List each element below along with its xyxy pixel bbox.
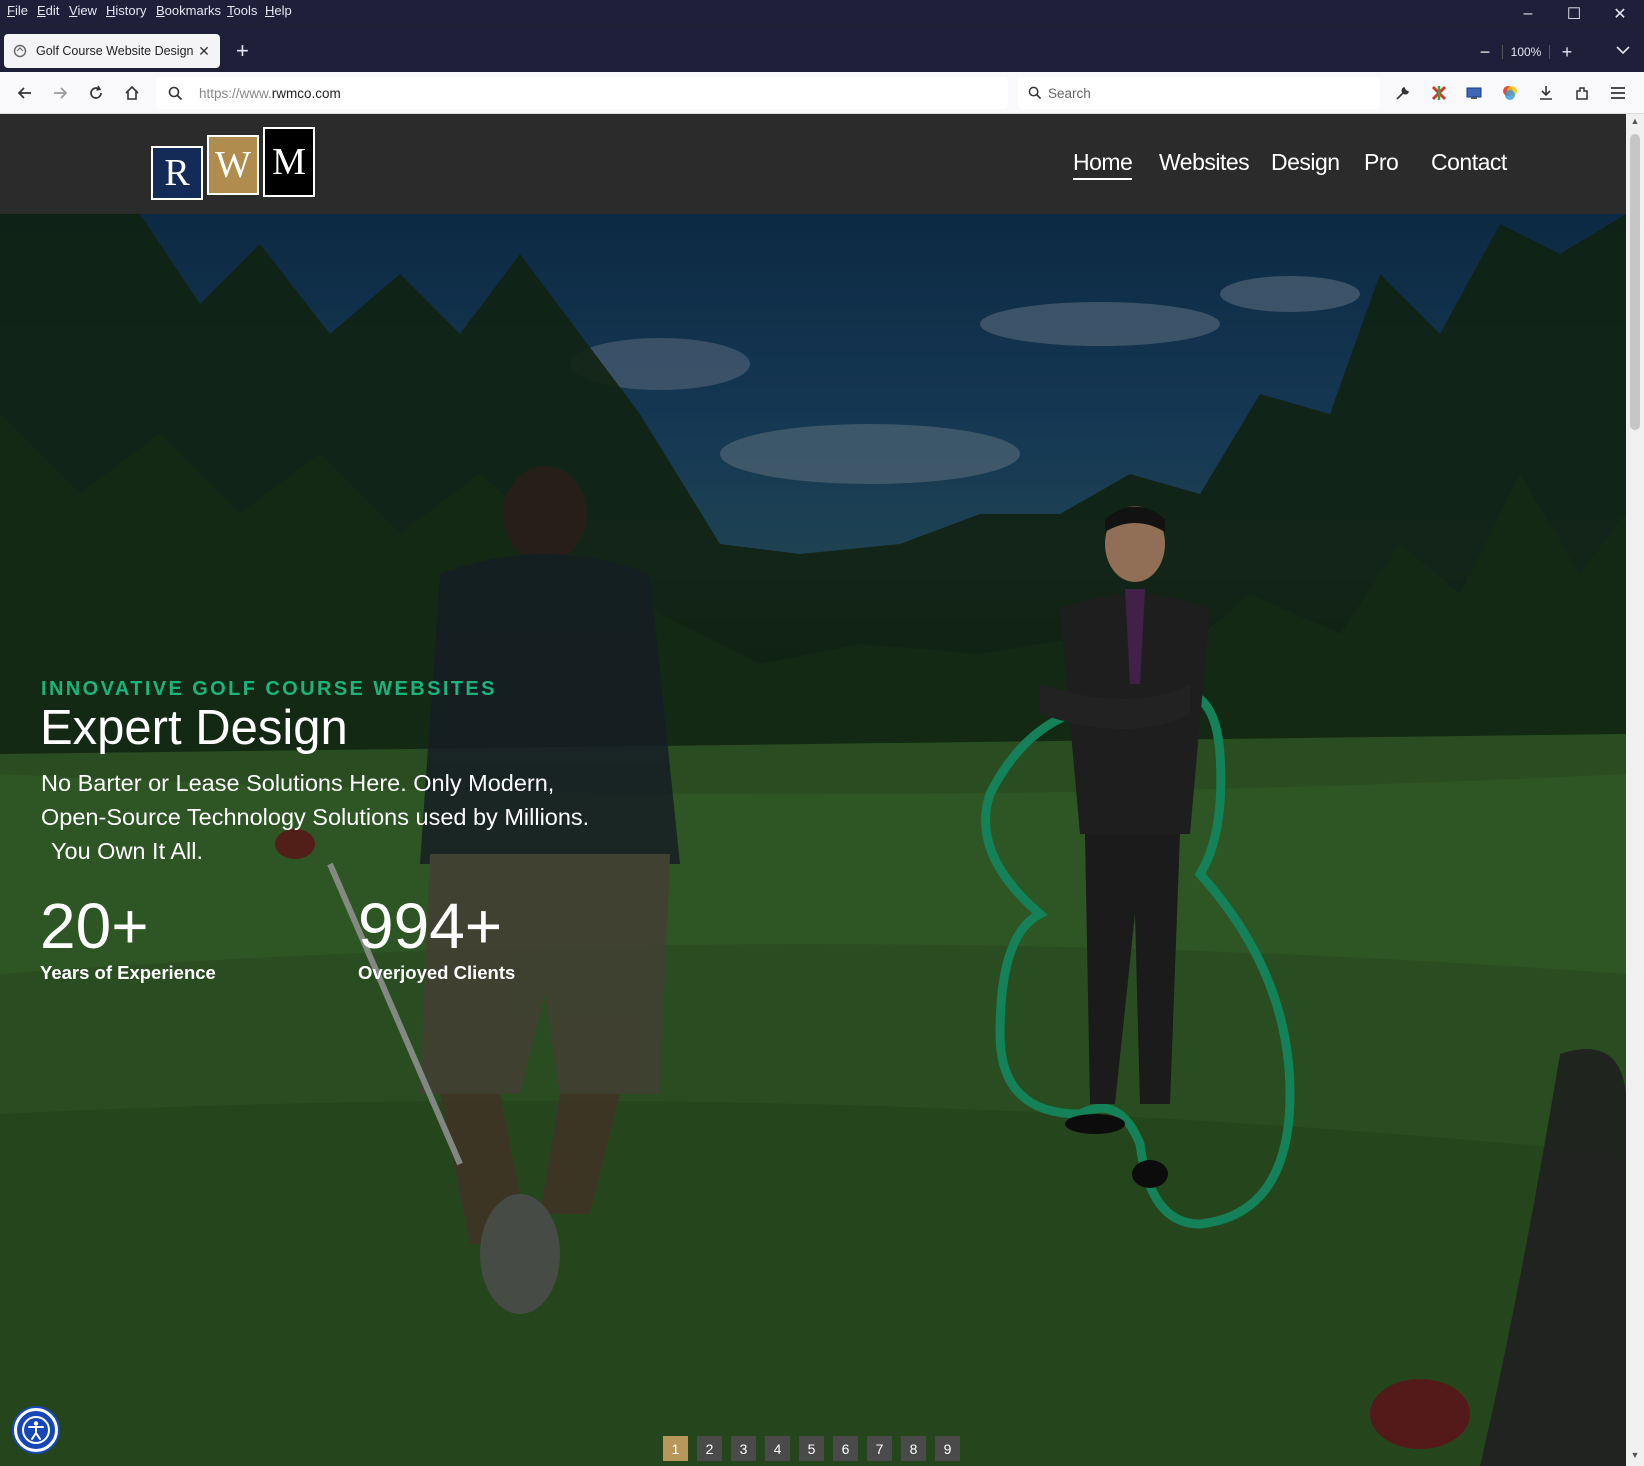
search-icon: [168, 86, 183, 101]
favicon-icon: [12, 43, 28, 59]
forward-arrow-icon[interactable]: [46, 79, 74, 107]
home-icon[interactable]: [118, 79, 146, 107]
zoom-controls: − 100% +: [1468, 40, 1584, 64]
color-picker-icon[interactable]: [1498, 81, 1522, 105]
tab-strip: Golf Course Website Design by ✕ + − 100%…: [0, 28, 1644, 72]
nav-pro[interactable]: Pro: [1364, 149, 1399, 176]
zoom-in-button[interactable]: +: [1550, 42, 1584, 63]
back-arrow-icon[interactable]: [11, 79, 39, 107]
search-placeholder: Search: [1048, 85, 1091, 101]
slide-page-7[interactable]: 7: [867, 1436, 892, 1461]
menu-view[interactable]: View: [69, 3, 97, 18]
minimize-icon[interactable]: –: [1505, 0, 1551, 28]
stat-experience: 20+ Years of Experience: [40, 894, 216, 984]
menu-history[interactable]: History: [106, 3, 146, 18]
chevron-down-icon[interactable]: [1616, 42, 1630, 58]
site-header: R W M Home Websites Design Pro Contact: [0, 114, 1626, 214]
page-scrollbar[interactable]: ▲ ▼: [1626, 114, 1644, 1466]
nav-websites[interactable]: Websites: [1159, 149, 1250, 176]
extensions-icon[interactable]: [1570, 81, 1594, 105]
scroll-down-icon[interactable]: ▼: [1629, 1450, 1641, 1460]
hamburger-menu-icon[interactable]: [1606, 81, 1630, 105]
slide-page-9[interactable]: 9: [935, 1436, 960, 1461]
active-tab[interactable]: Golf Course Website Design by ✕: [4, 34, 220, 68]
logo-letter-m: M: [263, 127, 315, 197]
tab-title: Golf Course Website Design by: [36, 44, 196, 58]
zoom-level[interactable]: 100%: [1502, 45, 1550, 59]
slide-page-8[interactable]: 8: [901, 1436, 926, 1461]
logo-letter-w: W: [207, 135, 259, 195]
maximize-icon[interactable]: ☐: [1551, 0, 1597, 28]
hero-subtext-line-2: Open-Source Technology Solutions used by…: [41, 804, 590, 830]
slide-page-6[interactable]: 6: [833, 1436, 858, 1461]
scroll-up-icon[interactable]: ▲: [1629, 116, 1641, 126]
menu-help[interactable]: Help: [265, 3, 292, 18]
nav-home[interactable]: Home: [1073, 149, 1133, 180]
menu-file[interactable]: File: [7, 3, 28, 18]
reload-icon[interactable]: [82, 79, 110, 107]
stat-clients: 994+ Overjoyed Clients: [358, 894, 515, 984]
hero-section: INNOVATIVE GOLF COURSE WEBSITES Expert D…: [0, 214, 1626, 1466]
stat-experience-label: Years of Experience: [40, 962, 216, 983]
hero-subtext-line-1: No Barter or Lease Solutions Here. Only …: [41, 770, 555, 796]
menu-bar: File Edit View History Bookmarks Tools H…: [0, 0, 1644, 24]
hero-subtext: No Barter or Lease Solutions Here. Only …: [41, 766, 681, 868]
url-prefix: https://www.: [199, 85, 272, 101]
navigation-toolbar: https://www. rwmco.com Search: [0, 72, 1644, 114]
stat-clients-label: Overjoyed Clients: [358, 962, 516, 983]
accessibility-icon[interactable]: [14, 1408, 58, 1452]
slider-pagination: 1 2 3 4 5 6 7 8 9: [663, 1436, 960, 1461]
search-bar[interactable]: Search: [1018, 77, 1380, 109]
address-bar[interactable]: https://www. rwmco.com: [156, 77, 1008, 109]
nav-design[interactable]: Design: [1271, 149, 1340, 176]
logo-letter-r: R: [151, 146, 203, 200]
slide-page-5[interactable]: 5: [799, 1436, 824, 1461]
zoom-out-button[interactable]: −: [1468, 42, 1502, 63]
scrollbar-thumb[interactable]: [1630, 134, 1640, 430]
download-icon[interactable]: [1534, 81, 1558, 105]
hero-eyebrow: INNOVATIVE GOLF COURSE WEBSITES: [41, 678, 497, 700]
slide-page-2[interactable]: 2: [697, 1436, 722, 1461]
hero-headline: Expert Design: [40, 701, 348, 755]
slide-page-3[interactable]: 3: [731, 1436, 756, 1461]
close-window-icon[interactable]: ✕: [1597, 0, 1643, 28]
site-logo[interactable]: R W M: [151, 127, 315, 200]
menu-tools[interactable]: Tools: [227, 3, 257, 18]
search-icon: [1028, 86, 1042, 100]
extension-puzzle-icon[interactable]: [1427, 81, 1451, 105]
slide-page-1[interactable]: 1: [663, 1436, 688, 1461]
stat-clients-number: 994+: [358, 890, 503, 962]
wrench-icon[interactable]: [1391, 81, 1415, 105]
menu-edit[interactable]: Edit: [37, 3, 59, 18]
stat-experience-number: 20+: [40, 890, 149, 962]
slide-page-4[interactable]: 4: [765, 1436, 790, 1461]
tab-close-icon[interactable]: ✕: [196, 43, 212, 60]
page-viewport: R W M Home Websites Design Pro Contact I…: [0, 114, 1626, 1466]
url-host: rwmco.com: [271, 85, 341, 101]
menu-bookmarks[interactable]: Bookmarks: [156, 3, 221, 18]
new-tab-button[interactable]: +: [236, 40, 249, 62]
nav-contact[interactable]: Contact: [1431, 149, 1507, 176]
screen-icon[interactable]: [1462, 81, 1486, 105]
hero-subtext-line-3: You Own It All.: [51, 838, 203, 864]
